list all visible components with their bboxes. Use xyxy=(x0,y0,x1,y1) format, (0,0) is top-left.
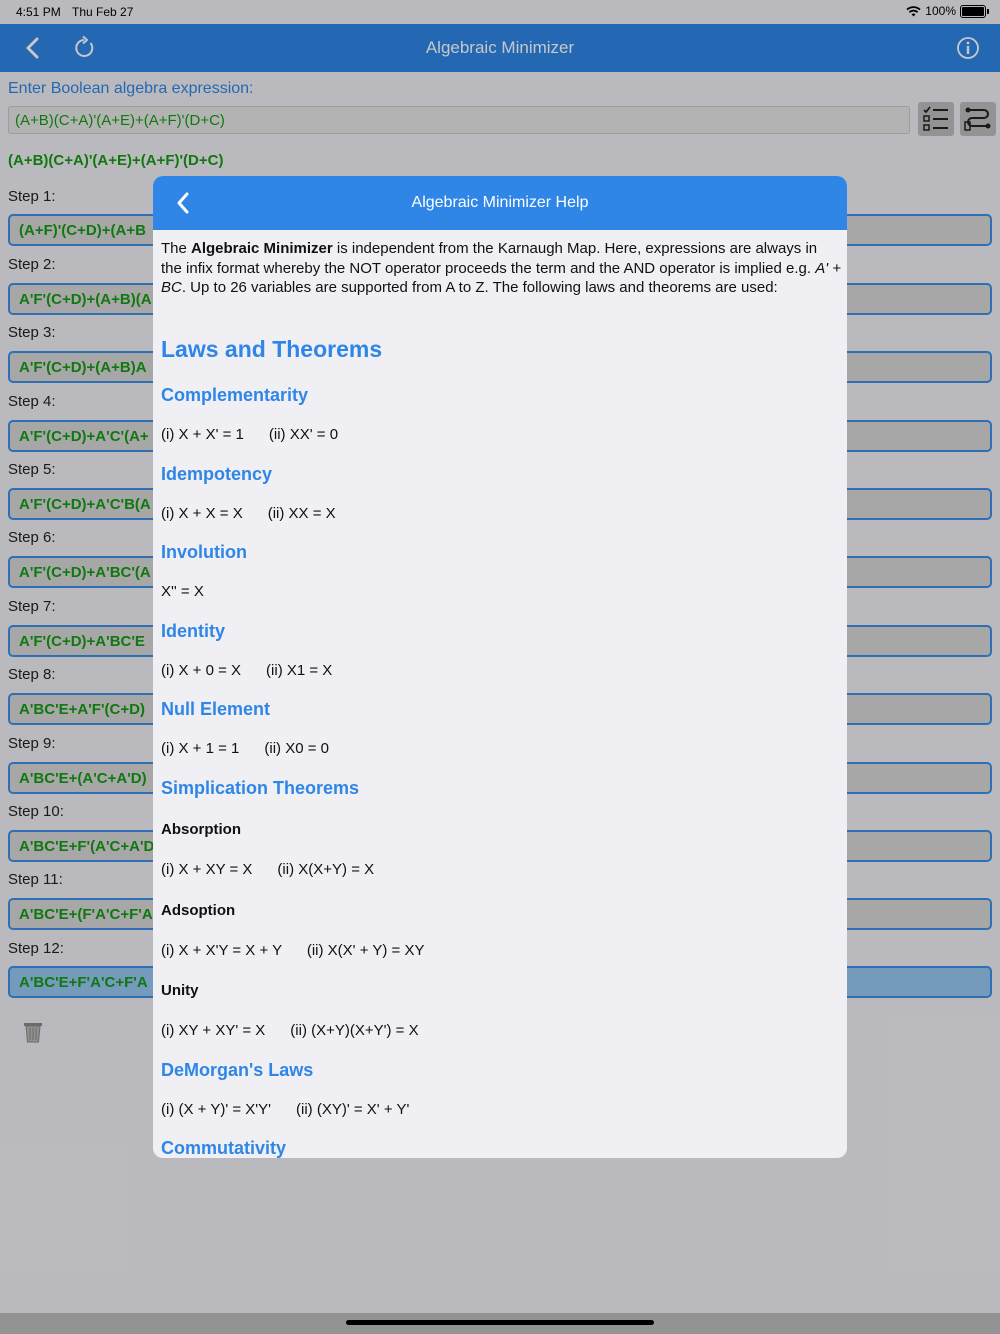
section-title: DeMorgan's Laws xyxy=(161,1060,314,1080)
section-title: Involution xyxy=(161,542,247,562)
help-header: Algebraic Minimizer Help xyxy=(153,176,847,230)
intro-text-1: The xyxy=(161,240,192,257)
subsection-title: Unity xyxy=(161,982,199,999)
home-indicator[interactable] xyxy=(346,1320,654,1325)
intro-text-3: . Up to 26 variables are supported from … xyxy=(181,279,778,296)
help-content[interactable]: The Algebraic Minimizer is independent f… xyxy=(153,230,847,1158)
law-text: (i) X + X = X (ii) XX = X xyxy=(161,505,336,522)
law-text: (i) (X + Y)' = X'Y' (ii) (XY)' = X' + Y' xyxy=(161,1101,410,1118)
section-title: Idempotency xyxy=(161,464,273,484)
law-text: (i) X + XY = X (ii) X(X+Y) = X xyxy=(161,861,375,878)
subsection-title: Adsoption xyxy=(161,902,236,919)
help-modal: Algebraic Minimizer Help The Algebraic M… xyxy=(153,176,847,1158)
laws-heading: Laws and Theorems xyxy=(161,336,383,362)
help-intro: The Algebraic Minimizer is independent f… xyxy=(161,239,841,298)
law-text: (i) X + X' = 1 (ii) XX' = 0 xyxy=(161,426,339,443)
section-title: Complementarity xyxy=(161,385,309,405)
subsection-title: Absorption xyxy=(161,821,241,838)
law-text: (i) XY + XY' = X (ii) (X+Y)(X+Y') = X xyxy=(161,1022,419,1039)
law-text: (i) X + 1 = 1 (ii) X0 = 0 xyxy=(161,740,329,757)
help-title: Algebraic Minimizer Help xyxy=(411,194,589,211)
intro-bold: Algebraic Minimizer xyxy=(191,240,333,257)
section-title: Identity xyxy=(161,621,226,641)
section-title: Commutativity xyxy=(161,1138,287,1158)
section-title: Null Element xyxy=(161,699,271,719)
law-text: (i) X + X'Y = X + Y (ii) X(X' + Y) = XY xyxy=(161,942,425,959)
law-text: X'' = X xyxy=(161,583,204,600)
section-title: Simplication Theorems xyxy=(161,778,360,798)
law-text: (i) X + 0 = X (ii) X1 = X xyxy=(161,662,333,679)
